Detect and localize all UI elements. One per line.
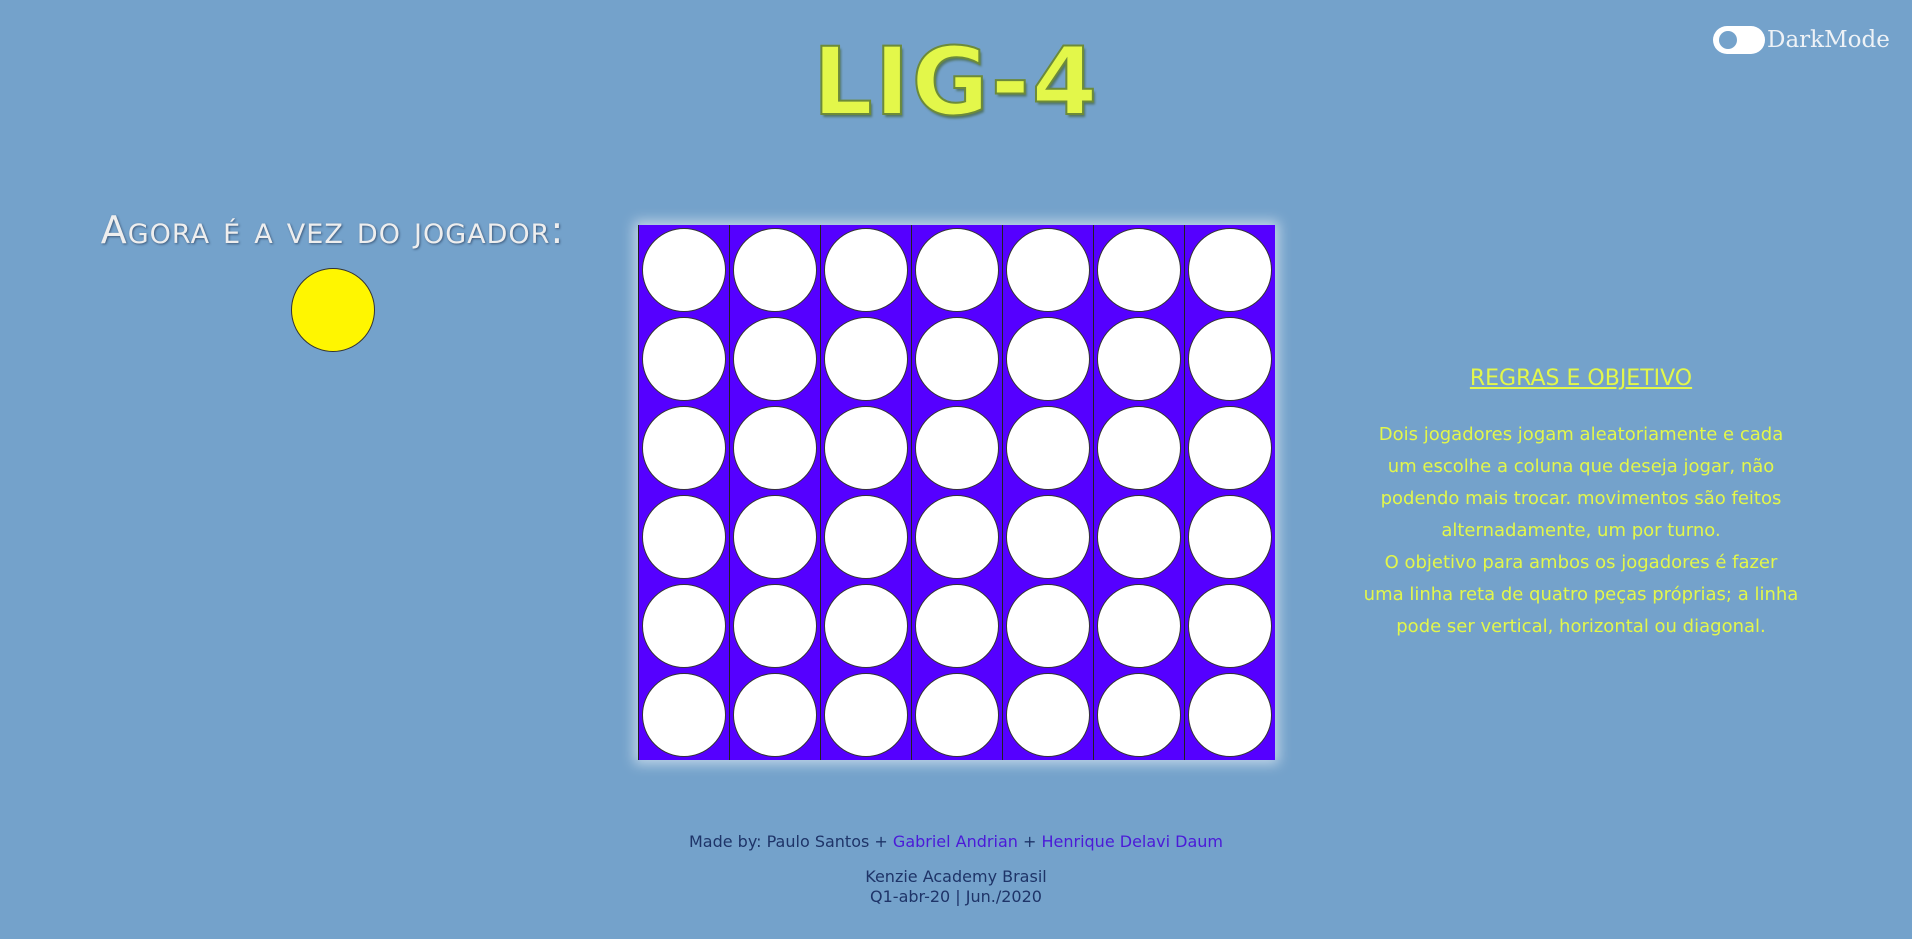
rules-line: alternadamente, um por turno. bbox=[1441, 520, 1721, 541]
board-cell bbox=[1188, 405, 1272, 490]
board-cell bbox=[1006, 227, 1090, 312]
rules-line: pode ser vertical, horizontal ou diagona… bbox=[1396, 616, 1766, 637]
board-column[interactable] bbox=[1185, 225, 1275, 760]
board-column[interactable] bbox=[638, 225, 730, 760]
board-cell bbox=[1097, 316, 1181, 401]
board-cell bbox=[915, 316, 999, 401]
board-cell bbox=[824, 227, 908, 312]
author-gabriel-link[interactable]: Gabriel Andrian bbox=[893, 832, 1018, 851]
rules-title: REGRAS E OBJETIVO bbox=[1469, 366, 1693, 391]
rules-line: um escolhe a coluna que deseja jogar, nã… bbox=[1387, 456, 1775, 477]
turn-indicator: Agora é a vez do jogador: bbox=[80, 208, 585, 352]
board-cell bbox=[642, 227, 726, 312]
board-cell bbox=[642, 405, 726, 490]
board-cell bbox=[915, 673, 999, 758]
board-cell bbox=[733, 495, 817, 580]
board-cell bbox=[915, 227, 999, 312]
board-cell bbox=[915, 495, 999, 580]
made-by-label: Made by: bbox=[688, 832, 762, 851]
board-column[interactable] bbox=[730, 225, 821, 760]
rules-panel: REGRAS E OBJETIVO Dois jogadores jogam a… bbox=[1340, 366, 1822, 643]
rules-line: podendo mais trocar. movimentos são feit… bbox=[1380, 488, 1782, 509]
board-cell bbox=[824, 673, 908, 758]
board-cell bbox=[1006, 495, 1090, 580]
school-name: Kenzie Academy Brasil bbox=[865, 867, 1047, 886]
board-cell bbox=[1188, 227, 1272, 312]
game-board bbox=[638, 225, 1275, 760]
board-cell bbox=[1188, 673, 1272, 758]
board-cell bbox=[733, 316, 817, 401]
board-cell bbox=[915, 405, 999, 490]
separator: + bbox=[874, 832, 888, 851]
board-cell bbox=[733, 584, 817, 669]
board-cell bbox=[824, 584, 908, 669]
page: DarkMode LIG-4 Agora é a vez do jogador:… bbox=[0, 0, 1912, 939]
board-cell bbox=[1097, 584, 1181, 669]
board-cell bbox=[642, 495, 726, 580]
board-cell bbox=[733, 227, 817, 312]
board-column[interactable] bbox=[1094, 225, 1185, 760]
board-cell bbox=[915, 584, 999, 669]
author-paulo: Paulo Santos bbox=[766, 832, 870, 851]
board-cell bbox=[1188, 584, 1272, 669]
separator: + bbox=[1022, 832, 1037, 851]
board-cell bbox=[1097, 495, 1181, 580]
board-cell bbox=[1006, 405, 1090, 490]
turn-label: Agora é a vez do jogador: bbox=[100, 208, 565, 252]
school-info: Kenzie Academy Brasil Q1-abr-20 | Jun./2… bbox=[0, 867, 1912, 907]
board-cell bbox=[642, 584, 726, 669]
board-cell bbox=[1006, 584, 1090, 669]
board-cell bbox=[1097, 227, 1181, 312]
board-cell bbox=[1006, 673, 1090, 758]
board-cell bbox=[1097, 405, 1181, 490]
board-cell bbox=[1097, 673, 1181, 758]
board-cell bbox=[1188, 495, 1272, 580]
cohort: Q1-abr-20 | Jun./2020 bbox=[870, 887, 1042, 906]
rules-line: O objetivo para ambos os jogadores é faz… bbox=[1384, 552, 1778, 573]
board-cell bbox=[824, 495, 908, 580]
board-column[interactable] bbox=[1003, 225, 1094, 760]
current-player-disc bbox=[290, 268, 375, 352]
board-column[interactable] bbox=[912, 225, 1003, 760]
board-cell bbox=[733, 405, 817, 490]
rules-text: Dois jogadores jogam aleatoriamente e ca… bbox=[1340, 419, 1822, 643]
board-cell bbox=[1188, 316, 1272, 401]
board-cell bbox=[733, 673, 817, 758]
author-henrique-link[interactable]: Henrique Delavi Daum bbox=[1041, 832, 1223, 851]
board-cell bbox=[824, 316, 908, 401]
footer: Made by: Paulo Santos + Gabriel Andrian … bbox=[0, 832, 1912, 907]
page-title: LIG-4 bbox=[812, 28, 1100, 137]
board-cell bbox=[642, 316, 726, 401]
board-column[interactable] bbox=[821, 225, 912, 760]
rules-line: uma linha reta de quatro peças próprias;… bbox=[1363, 584, 1799, 605]
board-cell bbox=[642, 673, 726, 758]
board-cell bbox=[824, 405, 908, 490]
board-cell bbox=[1006, 316, 1090, 401]
credits: Made by: Paulo Santos + Gabriel Andrian … bbox=[0, 832, 1912, 851]
rules-line: Dois jogadores jogam aleatoriamente e ca… bbox=[1378, 424, 1784, 445]
